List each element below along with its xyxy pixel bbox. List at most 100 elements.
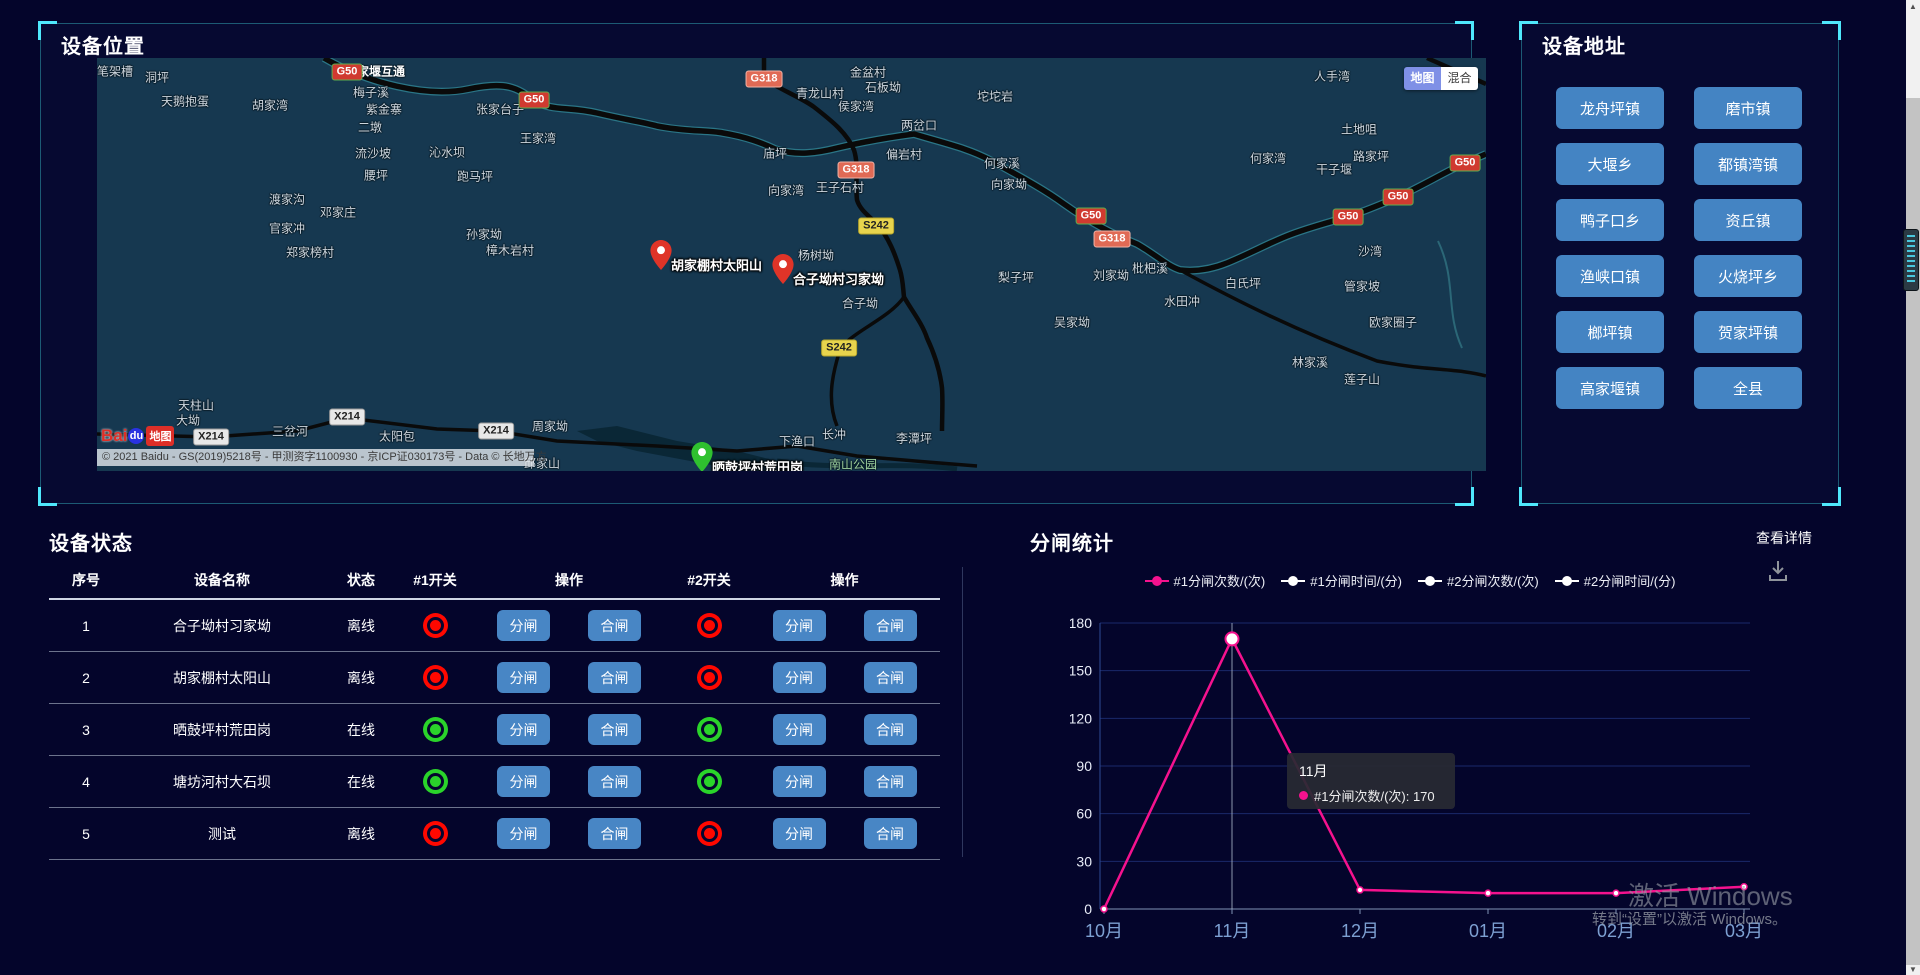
map-label: 流沙坡: [355, 145, 391, 162]
switch2-status-indicator: [697, 769, 722, 794]
road-shield: G50: [332, 64, 363, 81]
map-label: 杨树坳: [798, 247, 834, 264]
device-status: 在线: [321, 772, 401, 792]
map-label: 偏岩村: [886, 146, 922, 163]
switch2-status-indicator: [697, 665, 722, 690]
corner-accent: [1519, 487, 1538, 506]
device-status-section: 设备状态 序号设备名称状态#1开关操作#2开关操作1合子坳村习家坳离线分闸合闸分…: [49, 527, 964, 867]
row-index: 1: [49, 618, 123, 634]
map-marker-pin[interactable]: [772, 254, 794, 284]
map-label: 王子石村: [816, 179, 864, 196]
close-switch1-button[interactable]: 合闸: [588, 610, 641, 641]
view-details-link[interactable]: 查看详情: [1756, 528, 1812, 548]
close-switch2-button[interactable]: 合闸: [864, 818, 917, 849]
map-label: 合子坳: [842, 295, 878, 312]
switch1-status-indicator: [423, 769, 448, 794]
close-switch2-button[interactable]: 合闸: [864, 714, 917, 745]
column-header: 操作: [469, 570, 669, 590]
svg-text:12月: 12月: [1341, 921, 1379, 941]
map-label: 坨坨岩: [977, 88, 1013, 105]
device-status: 在线: [321, 720, 401, 740]
table-row: 1合子坳村习家坳离线分闸合闸分闸合闸: [49, 600, 940, 652]
legend-item[interactable]: #1分闸时间/(分): [1281, 571, 1402, 590]
table-row: 4塘坊河村大石坝在线分闸合闸分闸合闸: [49, 756, 940, 808]
row-index: 5: [49, 826, 123, 842]
map-label: 胡家湾: [252, 97, 288, 114]
close-switch1-button[interactable]: 合闸: [588, 714, 641, 745]
address-button[interactable]: 龙舟坪镇: [1556, 87, 1664, 129]
map-type-button[interactable]: 地图: [1404, 67, 1441, 90]
map-label: 天鹅抱蛋: [161, 93, 209, 110]
device-status: 离线: [321, 668, 401, 688]
table-header-row: 序号设备名称状态#1开关操作#2开关操作: [49, 562, 940, 600]
open-switch2-button[interactable]: 分闸: [773, 662, 826, 693]
column-header: 序号: [49, 570, 123, 590]
switch1-status-indicator: [423, 717, 448, 742]
open-switch1-button[interactable]: 分闸: [497, 662, 550, 693]
close-switch1-button[interactable]: 合闸: [588, 662, 641, 693]
address-button[interactable]: 火烧坪乡: [1694, 255, 1802, 297]
open-switch1-button[interactable]: 分闸: [497, 610, 550, 641]
map-type-button[interactable]: 混合: [1441, 67, 1478, 90]
address-button[interactable]: 磨市镇: [1694, 87, 1802, 129]
device-location-panel: 设备位置 笔架槽洞坪天鹅抱蛋胡家湾高家堰互通梅子溪紫金寨二墩流沙坡沁水坝腰坪跑马…: [40, 23, 1472, 504]
address-button[interactable]: 高家堰镇: [1556, 367, 1664, 409]
address-button[interactable]: 鸭子口乡: [1556, 199, 1664, 241]
legend-item[interactable]: #2分闸时间/(分): [1555, 571, 1676, 590]
open-switch2-button[interactable]: 分闸: [773, 766, 826, 797]
close-switch1-button[interactable]: 合闸: [588, 766, 641, 797]
map-label: 三岔河: [272, 423, 308, 440]
baidu-map[interactable]: 笔架槽洞坪天鹅抱蛋胡家湾高家堰互通梅子溪紫金寨二墩流沙坡沁水坝腰坪跑马坪渡家沟邓…: [97, 58, 1486, 471]
table-row: 2胡家棚村太阳山离线分闸合闸分闸合闸: [49, 652, 940, 704]
road-shield: X214: [193, 429, 229, 446]
address-button[interactable]: 渔峡口镇: [1556, 255, 1664, 297]
scrollbar-marker-widget[interactable]: [1903, 229, 1919, 291]
map-marker-label: 晒鼓坪村荒田岗: [712, 457, 803, 471]
open-switch2-button[interactable]: 分闸: [773, 610, 826, 641]
address-button[interactable]: 资丘镇: [1694, 199, 1802, 241]
open-switch1-button[interactable]: 分闸: [497, 766, 550, 797]
map-label: 石板坳: [865, 79, 901, 96]
trip-statistics-section: 分闸统计 查看详情 #1分闸次数/(次)#1分闸时间/(分)#2分闸次数/(次)…: [1030, 527, 1830, 975]
legend-item[interactable]: #2分闸次数/(次): [1418, 571, 1539, 590]
map-marker-pin[interactable]: [691, 442, 713, 471]
close-switch2-button[interactable]: 合闸: [864, 766, 917, 797]
device-status: 离线: [321, 824, 401, 844]
map-marker-pin[interactable]: [650, 240, 672, 270]
address-button[interactable]: 都镇湾镇: [1694, 143, 1802, 185]
map-label: 白氏坪: [1225, 275, 1261, 292]
baidu-map-badge: 地图: [146, 426, 174, 446]
close-switch2-button[interactable]: 合闸: [864, 610, 917, 641]
address-button[interactable]: 榔坪镇: [1556, 311, 1664, 353]
open-switch1-button[interactable]: 分闸: [497, 818, 550, 849]
map-marker-label: 合子坳村习家坳: [793, 269, 884, 288]
address-button[interactable]: 全县: [1694, 367, 1802, 409]
column-header: 设备名称: [123, 570, 321, 590]
map-label: 管家坡: [1344, 278, 1380, 295]
address-button[interactable]: 大堰乡: [1556, 143, 1664, 185]
close-switch2-button[interactable]: 合闸: [864, 662, 917, 693]
svg-text:10月: 10月: [1085, 921, 1123, 941]
scrollbar-up-icon[interactable]: ▲: [1906, 2, 1920, 11]
svg-text:90: 90: [1076, 758, 1092, 774]
map-label: 庙坪: [763, 145, 787, 162]
map-label: 侯家湾: [838, 98, 874, 115]
device-name: 晒鼓坪村荒田岗: [123, 720, 321, 740]
map-label: 林家溪: [1292, 354, 1328, 371]
switch1-status-indicator: [423, 821, 448, 846]
scrollbar-down-icon[interactable]: ▼: [1906, 965, 1920, 974]
map-label: 两岔口: [901, 117, 937, 134]
close-switch1-button[interactable]: 合闸: [588, 818, 641, 849]
open-switch2-button[interactable]: 分闸: [773, 714, 826, 745]
switch1-status-indicator: [423, 613, 448, 638]
address-button[interactable]: 贺家坪镇: [1694, 311, 1802, 353]
svg-text:60: 60: [1076, 806, 1092, 822]
open-switch1-button[interactable]: 分闸: [497, 714, 550, 745]
map-label: 下渔口: [779, 433, 815, 450]
legend-item[interactable]: #1分闸次数/(次): [1145, 571, 1266, 590]
page-scrollbar[interactable]: ▲ ▼: [1906, 0, 1920, 975]
open-switch2-button[interactable]: 分闸: [773, 818, 826, 849]
map-label: 向家坳: [991, 176, 1027, 193]
corner-accent: [1822, 487, 1841, 506]
map-type-toggle[interactable]: 地图混合: [1404, 67, 1478, 90]
